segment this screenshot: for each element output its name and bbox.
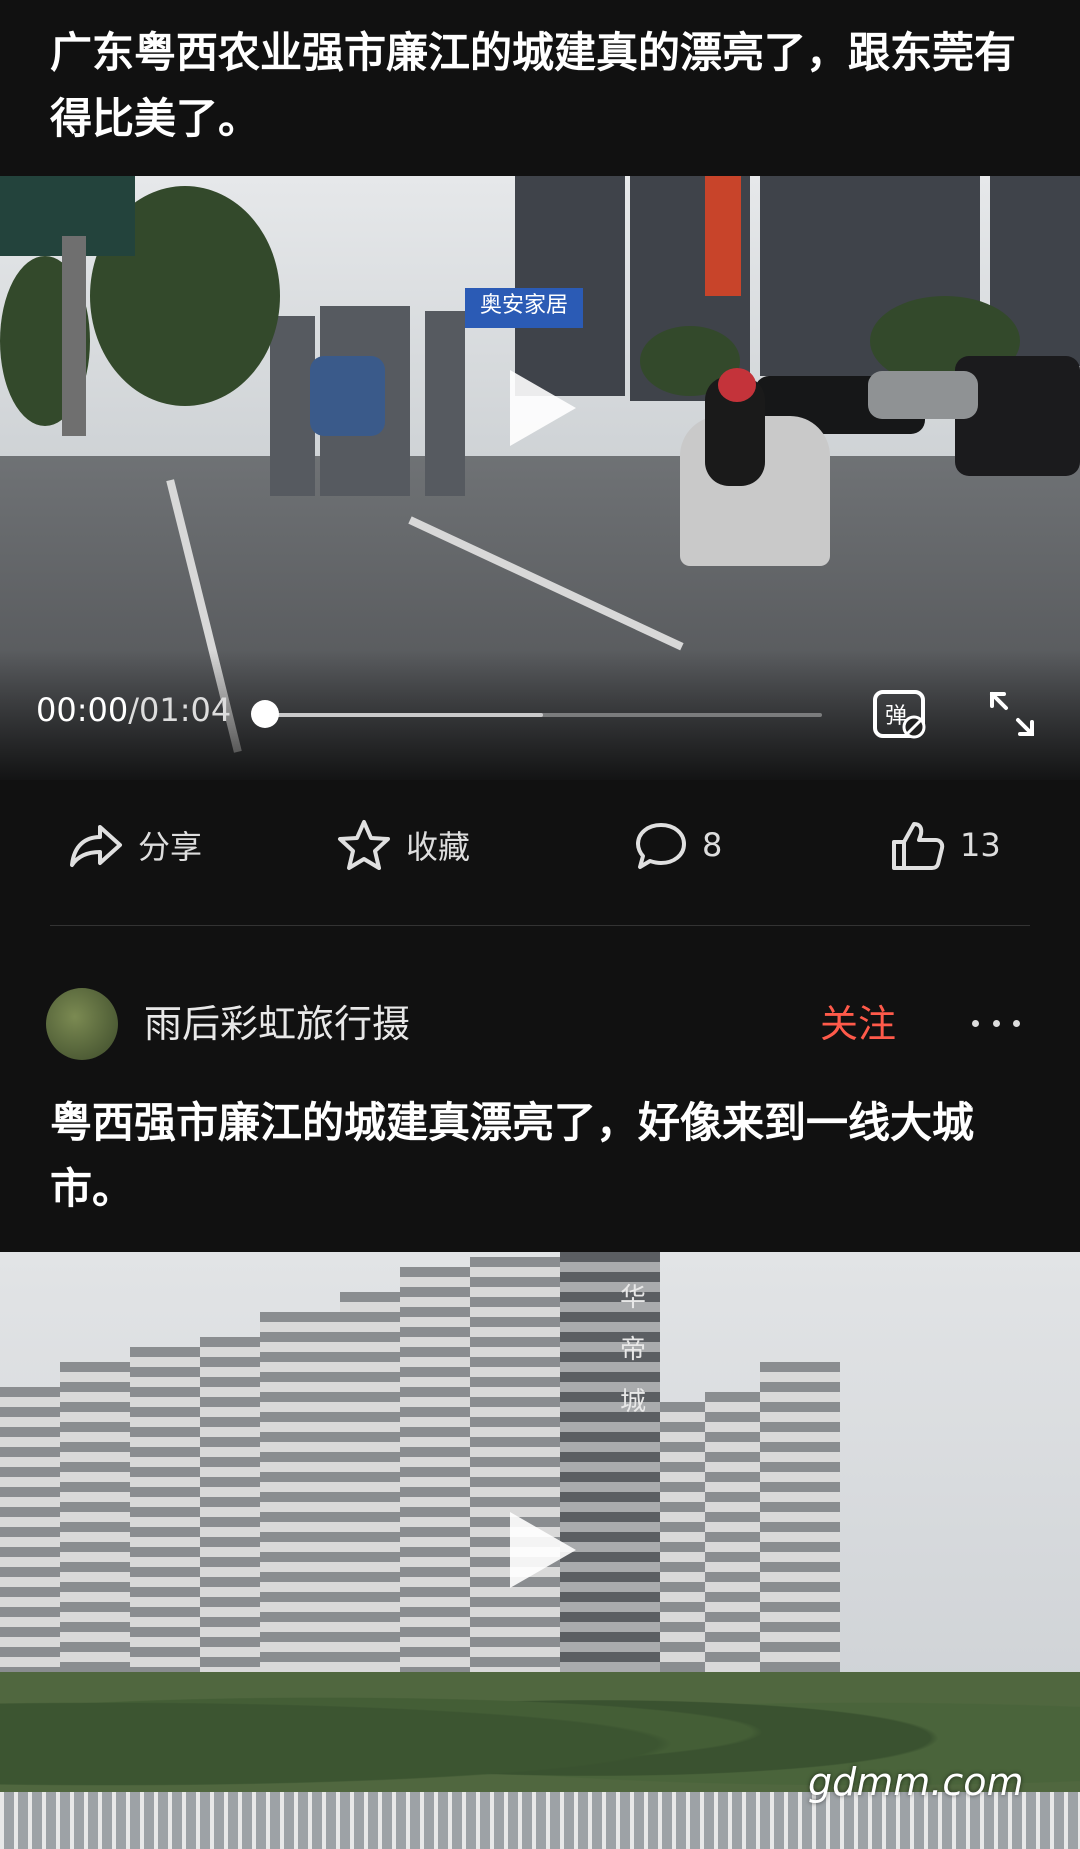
play-icon[interactable]: [510, 1512, 576, 1588]
progress-knob[interactable]: [251, 700, 279, 728]
building: [0, 1387, 60, 1687]
share-button[interactable]: 分享: [66, 815, 202, 875]
current-time: 00:00: [36, 691, 129, 729]
post-title-2: 粤西强市廉江的城建真漂亮了，好像来到一线大城市。: [50, 1098, 975, 1213]
building: [515, 176, 625, 396]
building: [130, 1347, 200, 1682]
building: [200, 1337, 260, 1682]
pole: [62, 236, 86, 436]
building: [60, 1362, 130, 1682]
comment-button[interactable]: 8: [634, 815, 722, 875]
tricycle: [310, 356, 385, 436]
danmaku-icon[interactable]: 弹: [872, 689, 928, 745]
watermark: gdmm.com: [808, 1760, 1024, 1804]
billboard: 奥安家居: [465, 288, 583, 328]
sedan: [868, 371, 978, 419]
avatar[interactable]: [46, 988, 118, 1060]
comment-count: 8: [702, 826, 723, 864]
building: [470, 1257, 560, 1682]
building: [260, 1312, 340, 1682]
building-sign: 华 帝 城: [620, 1283, 647, 1417]
duration: 01:04: [139, 691, 232, 729]
star-icon: [338, 820, 390, 870]
buffered-bar: [264, 713, 543, 717]
fullscreen-icon[interactable]: [986, 688, 1038, 744]
banner-sign: [705, 176, 741, 296]
building: [425, 311, 465, 496]
author-name[interactable]: 雨后彩虹旅行摄: [144, 1000, 410, 1048]
thumbs-up-icon: [892, 822, 945, 870]
favorite-label: 收藏: [406, 828, 471, 866]
building: [270, 316, 315, 496]
time-display: 00:00/01:04: [36, 690, 231, 730]
follow-button[interactable]: 关注: [820, 1000, 896, 1048]
progress-bar[interactable]: [264, 713, 822, 717]
like-button[interactable]: 13: [890, 815, 1001, 875]
favorite-button[interactable]: 收藏: [336, 815, 470, 875]
divider: [50, 925, 1030, 926]
comment-icon: [636, 823, 686, 869]
video-player[interactable]: 奥安家居 00:00/01:04 弹: [0, 176, 1080, 780]
building: [705, 1392, 760, 1682]
play-icon[interactable]: [510, 370, 576, 446]
share-label: 分享: [138, 828, 203, 866]
building: [660, 1402, 705, 1682]
building: [760, 1362, 840, 1682]
more-icon[interactable]: [972, 1008, 1020, 1038]
building: [400, 1267, 470, 1682]
action-bar: 分享 收藏 8 13: [0, 790, 1080, 905]
share-icon: [70, 825, 122, 867]
building: [340, 1292, 400, 1682]
like-count: 13: [960, 826, 1001, 864]
post-title: 广东粤西农业强市廉江的城建真的漂亮了，跟东莞有得比美了。: [50, 28, 1017, 143]
helmet: [718, 368, 756, 402]
time-separator: /: [128, 691, 139, 729]
